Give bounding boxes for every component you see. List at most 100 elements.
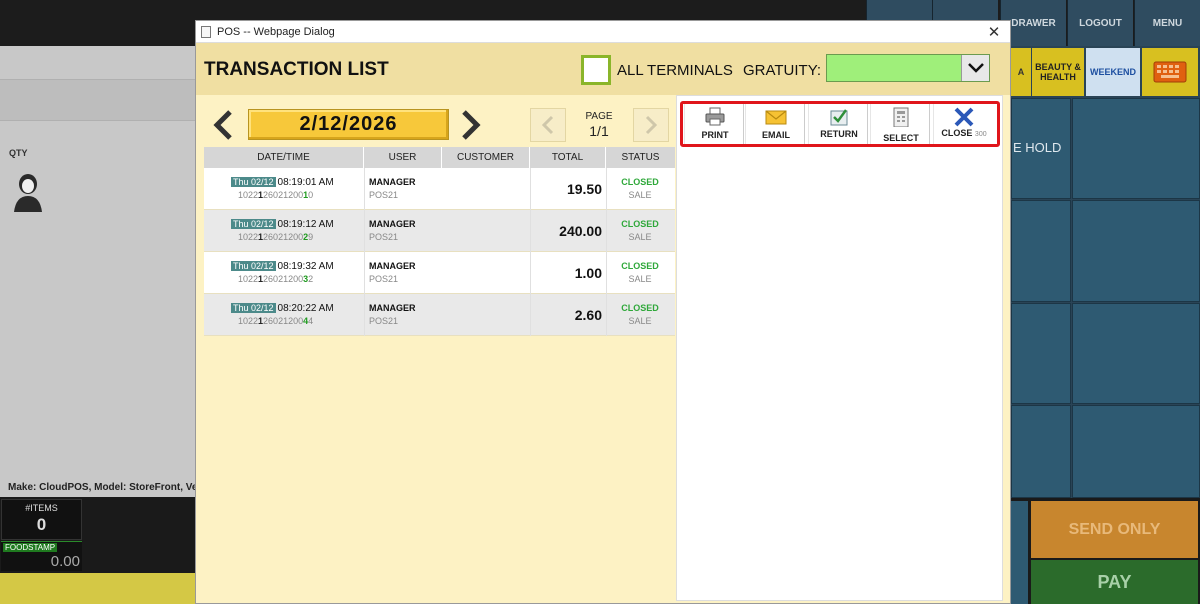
row-transaction-id: 102212602120044 — [238, 316, 314, 326]
dialog-header: TRANSACTION LIST ALL TERMINALS GRATUITY: — [196, 43, 1010, 95]
day-badge: Thu 02/12 — [231, 303, 276, 313]
receipt-preview-panel — [676, 95, 1003, 601]
row-status: CLOSED — [621, 303, 659, 313]
return-button[interactable]: RETURN — [808, 104, 868, 144]
logout-button[interactable]: LOGOUT — [1067, 0, 1133, 46]
product-tile[interactable] — [1072, 303, 1200, 404]
row-time: 08:19:32 AM — [277, 261, 334, 272]
page-icon — [201, 25, 211, 38]
table-row[interactable]: Thu 02/12 08:19:32 AM 102212602120032 MAN… — [204, 252, 675, 294]
gratuity-label: GRATUITY: — [743, 62, 822, 79]
hold-button-label: E HOLD — [1013, 140, 1062, 155]
category-beauty-health[interactable]: BEAUTY & HEALTH — [1032, 48, 1084, 96]
table-row[interactable]: Thu 02/12 08:19:12 AM 102212602120029 MAN… — [204, 210, 675, 252]
items-value: 0 — [36, 515, 47, 534]
table-row[interactable]: Thu 02/12 08:20:22 AM 102212602120044 MAN… — [204, 294, 675, 336]
print-button[interactable]: PRINT — [684, 104, 744, 144]
product-tile[interactable] — [1011, 405, 1071, 498]
keyboard-button[interactable] — [1142, 48, 1198, 96]
order-header-strip — [0, 79, 196, 121]
page-label: PAGE — [585, 111, 613, 122]
row-type: SALE — [628, 190, 652, 200]
dialog-heading: TRANSACTION LIST — [204, 59, 389, 80]
row-total: 240.00 — [559, 223, 602, 239]
category-button-partial[interactable]: A — [1011, 48, 1031, 96]
row-transaction-id: 102212602120029 — [238, 232, 314, 242]
row-datetime: Thu 02/12 08:19:01 AM — [231, 177, 334, 188]
dialog-window-title: POS -- Webpage Dialog — [217, 25, 335, 38]
column-status[interactable]: STATUS — [606, 147, 675, 168]
receipt-icon — [893, 107, 909, 127]
close-count: 300 — [974, 131, 987, 138]
all-terminals-checkbox[interactable] — [581, 55, 611, 85]
row-datetime: Thu 02/12 08:19:12 AM — [231, 219, 334, 230]
product-tile[interactable] — [1072, 98, 1200, 199]
row-total: 19.50 — [566, 181, 602, 197]
row-time: 08:19:01 AM — [277, 177, 334, 188]
row-time: 08:20:22 AM — [277, 303, 334, 314]
foodstamp-label: FOODSTAMP — [3, 543, 58, 552]
window-close-icon[interactable]: ✕ — [986, 23, 1002, 41]
column-datetime[interactable]: DATE/TIME — [204, 147, 364, 168]
next-date-arrow-icon[interactable] — [459, 110, 483, 140]
send-only-button[interactable]: SEND ONLY — [1031, 501, 1198, 558]
product-tile[interactable] — [1011, 200, 1071, 302]
action-tile-partial[interactable] — [1011, 501, 1028, 604]
row-user: MANAGER — [369, 303, 416, 313]
row-datetime: Thu 02/12 08:20:22 AM — [231, 303, 334, 314]
pay-button[interactable]: PAY — [1031, 560, 1198, 604]
row-type: SALE — [628, 316, 652, 326]
keyboard-icon — [1153, 61, 1187, 83]
row-datetime: Thu 02/12 08:19:32 AM — [231, 261, 334, 272]
row-status: CLOSED — [621, 177, 659, 187]
table-row[interactable]: Thu 02/12 08:19:01 AM 102212602120010 MAN… — [204, 168, 675, 210]
row-terminal: POS21 — [369, 190, 399, 200]
foodstamp-value: 0.00 — [50, 553, 80, 570]
chevron-left-icon — [541, 115, 554, 135]
row-total: 2.60 — [574, 307, 602, 323]
items-count-box: #ITEMS 0 — [1, 499, 82, 540]
next-page-button[interactable] — [633, 108, 669, 142]
select-button[interactable]: SELECT — [870, 104, 930, 144]
device-info-text: Make: CloudPOS, Model: StoreFront, Ver — [8, 482, 202, 493]
row-terminal: POS21 — [369, 274, 399, 284]
chevron-right-icon — [645, 115, 658, 135]
previous-date-arrow-icon[interactable] — [211, 110, 235, 140]
column-customer[interactable]: CUSTOMER — [442, 147, 530, 168]
customer-avatar-icon[interactable] — [12, 172, 44, 212]
close-button[interactable]: CLOSE 300 — [933, 104, 993, 144]
row-total: 1.00 — [574, 265, 602, 281]
table-header: DATE/TIME USER CUSTOMER TOTAL STATUS — [204, 147, 675, 168]
foodstamp-box: FOODSTAMP 0.00 — [1, 541, 82, 571]
email-label: EMAIL — [762, 130, 790, 140]
previous-page-button[interactable] — [530, 108, 566, 142]
date-selector[interactable]: 2/12/2026 — [248, 109, 449, 140]
column-total[interactable]: TOTAL — [530, 147, 606, 168]
chevron-down-icon[interactable] — [961, 55, 989, 81]
row-user: MANAGER — [369, 261, 416, 271]
envelope-icon — [765, 110, 787, 125]
column-user[interactable]: USER — [364, 147, 442, 168]
product-tile[interactable] — [1011, 303, 1071, 404]
dialog-titlebar[interactable]: POS -- Webpage Dialog ✕ — [196, 21, 1010, 43]
close-x-icon — [954, 107, 974, 127]
row-terminal: POS21 — [369, 316, 399, 326]
qty-label: QTY — [9, 148, 28, 158]
day-badge: Thu 02/12 — [231, 177, 276, 187]
category-weekend[interactable]: WEEKEND — [1086, 48, 1140, 96]
row-terminal: POS21 — [369, 232, 399, 242]
row-status: CLOSED — [621, 219, 659, 229]
return-label: RETURN — [820, 129, 858, 139]
day-badge: Thu 02/12 — [231, 219, 276, 229]
row-user: MANAGER — [369, 219, 416, 229]
print-label: PRINT — [701, 130, 729, 140]
gratuity-select[interactable] — [826, 54, 990, 82]
product-tile[interactable] — [1072, 405, 1200, 498]
menu-button[interactable]: MENU — [1134, 0, 1200, 46]
email-button[interactable]: EMAIL — [745, 104, 805, 144]
product-tile[interactable] — [1072, 200, 1200, 302]
row-transaction-id: 102212602120032 — [238, 274, 314, 284]
close-label: CLOSE 300 — [941, 128, 987, 138]
row-time: 08:19:12 AM — [277, 219, 334, 230]
items-label: #ITEMS — [25, 503, 58, 513]
